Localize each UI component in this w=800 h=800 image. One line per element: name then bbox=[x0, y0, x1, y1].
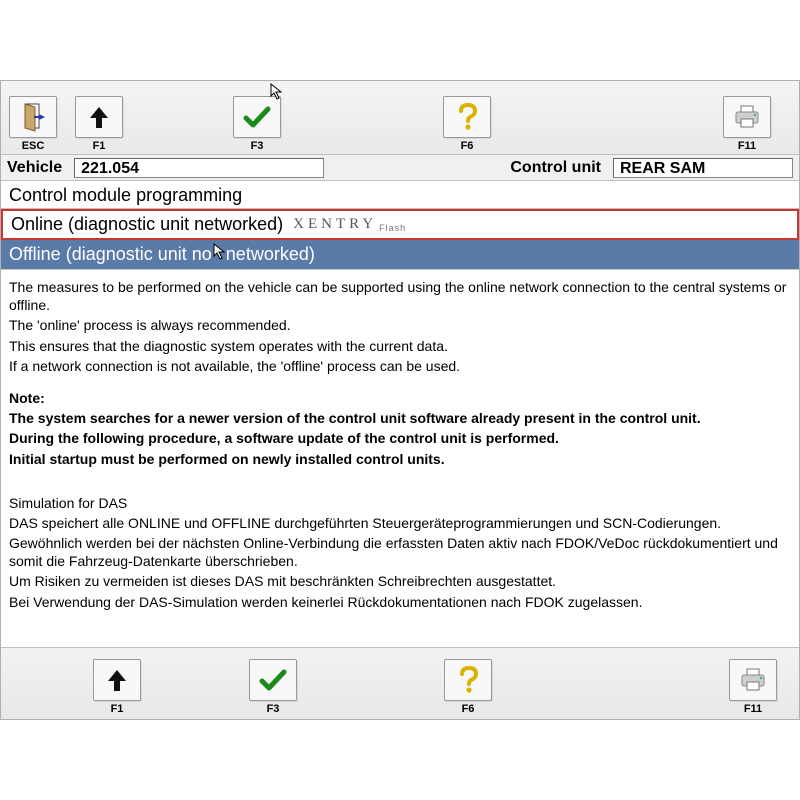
esc-button[interactable]: ESC bbox=[7, 96, 59, 152]
body-p2: The 'online' process is always recommend… bbox=[9, 316, 791, 334]
sim-4: Bei Verwendung der DAS-Simulation werden… bbox=[9, 593, 791, 611]
vehicle-value: 221.054 bbox=[74, 158, 324, 178]
checkmark-icon bbox=[233, 96, 281, 138]
f1-label-bottom: F1 bbox=[111, 703, 124, 715]
f1-label-top: F1 bbox=[93, 140, 106, 152]
bottom-toolbar: F1 F3 F6 bbox=[1, 647, 799, 719]
f11-label-bottom: F11 bbox=[744, 703, 762, 715]
f11-button-top[interactable]: F11 bbox=[721, 96, 773, 152]
esc-label: ESC bbox=[22, 140, 45, 152]
f3-label-bottom: F3 bbox=[267, 703, 280, 715]
arrow-up-icon bbox=[75, 96, 123, 138]
f6-label-top: F6 bbox=[461, 140, 474, 152]
top-toolbar: ESC F1 F3 bbox=[1, 81, 799, 155]
sim-2: Gewöhnlich werden bei der nächsten Onlin… bbox=[9, 534, 791, 570]
sim-1: DAS speichert alle ONLINE und OFFLINE du… bbox=[9, 514, 791, 532]
info-row: Vehicle 221.054 Control unit REAR SAM bbox=[1, 155, 799, 181]
printer-icon bbox=[723, 96, 771, 138]
xentry-flash: Flash bbox=[379, 223, 406, 235]
f3-label-top: F3 bbox=[251, 140, 264, 152]
control-unit-label: Control unit bbox=[510, 159, 601, 177]
option-offline-text-pre: Offline (diagnostic unit no bbox=[9, 244, 212, 265]
note-label: Note: bbox=[9, 389, 791, 407]
f11-label-top: F11 bbox=[738, 140, 756, 152]
section-heading: Control module programming bbox=[1, 181, 799, 209]
arrow-up-icon bbox=[93, 659, 141, 701]
f6-button-top[interactable]: F6 bbox=[441, 96, 493, 152]
option-offline[interactable]: Offline (diagnostic unit no networked) bbox=[1, 240, 799, 269]
body-p3: This ensures that the diagnostic system … bbox=[9, 337, 791, 355]
f11-button-bottom[interactable]: F11 bbox=[727, 659, 779, 715]
question-icon bbox=[443, 96, 491, 138]
option-online[interactable]: Online (diagnostic unit networked) XENTR… bbox=[1, 209, 799, 240]
question-icon bbox=[444, 659, 492, 701]
note-2: During the following procedure, a softwa… bbox=[9, 429, 791, 447]
f1-button-bottom[interactable]: F1 bbox=[91, 659, 143, 715]
xentry-brand: XENTRY bbox=[293, 216, 377, 233]
vehicle-label: Vehicle bbox=[7, 159, 62, 177]
option-online-text: Online (diagnostic unit networked) bbox=[11, 214, 283, 235]
note-1: The system searches for a newer version … bbox=[9, 409, 791, 427]
control-unit-value: REAR SAM bbox=[613, 158, 793, 178]
f3-button-top[interactable]: F3 bbox=[231, 96, 283, 152]
body-p1: The measures to be performed on the vehi… bbox=[9, 278, 791, 314]
body-text: The measures to be performed on the vehi… bbox=[1, 269, 799, 647]
checkmark-icon bbox=[249, 659, 297, 701]
body-p4: If a network connection is not available… bbox=[9, 357, 791, 375]
option-offline-text-post: networked) bbox=[226, 244, 315, 265]
cursor-icon bbox=[213, 243, 225, 266]
exit-door-icon bbox=[9, 96, 57, 138]
f6-button-bottom[interactable]: F6 bbox=[442, 659, 494, 715]
sim-title: Simulation for DAS bbox=[9, 494, 791, 512]
printer-icon bbox=[729, 659, 777, 701]
sim-3: Um Risiken zu vermeiden ist dieses DAS m… bbox=[9, 572, 791, 590]
f1-button-top[interactable]: F1 bbox=[73, 96, 125, 152]
f3-button-bottom[interactable]: F3 bbox=[247, 659, 299, 715]
note-3: Initial startup must be performed on new… bbox=[9, 450, 791, 468]
f6-label-bottom: F6 bbox=[462, 703, 475, 715]
